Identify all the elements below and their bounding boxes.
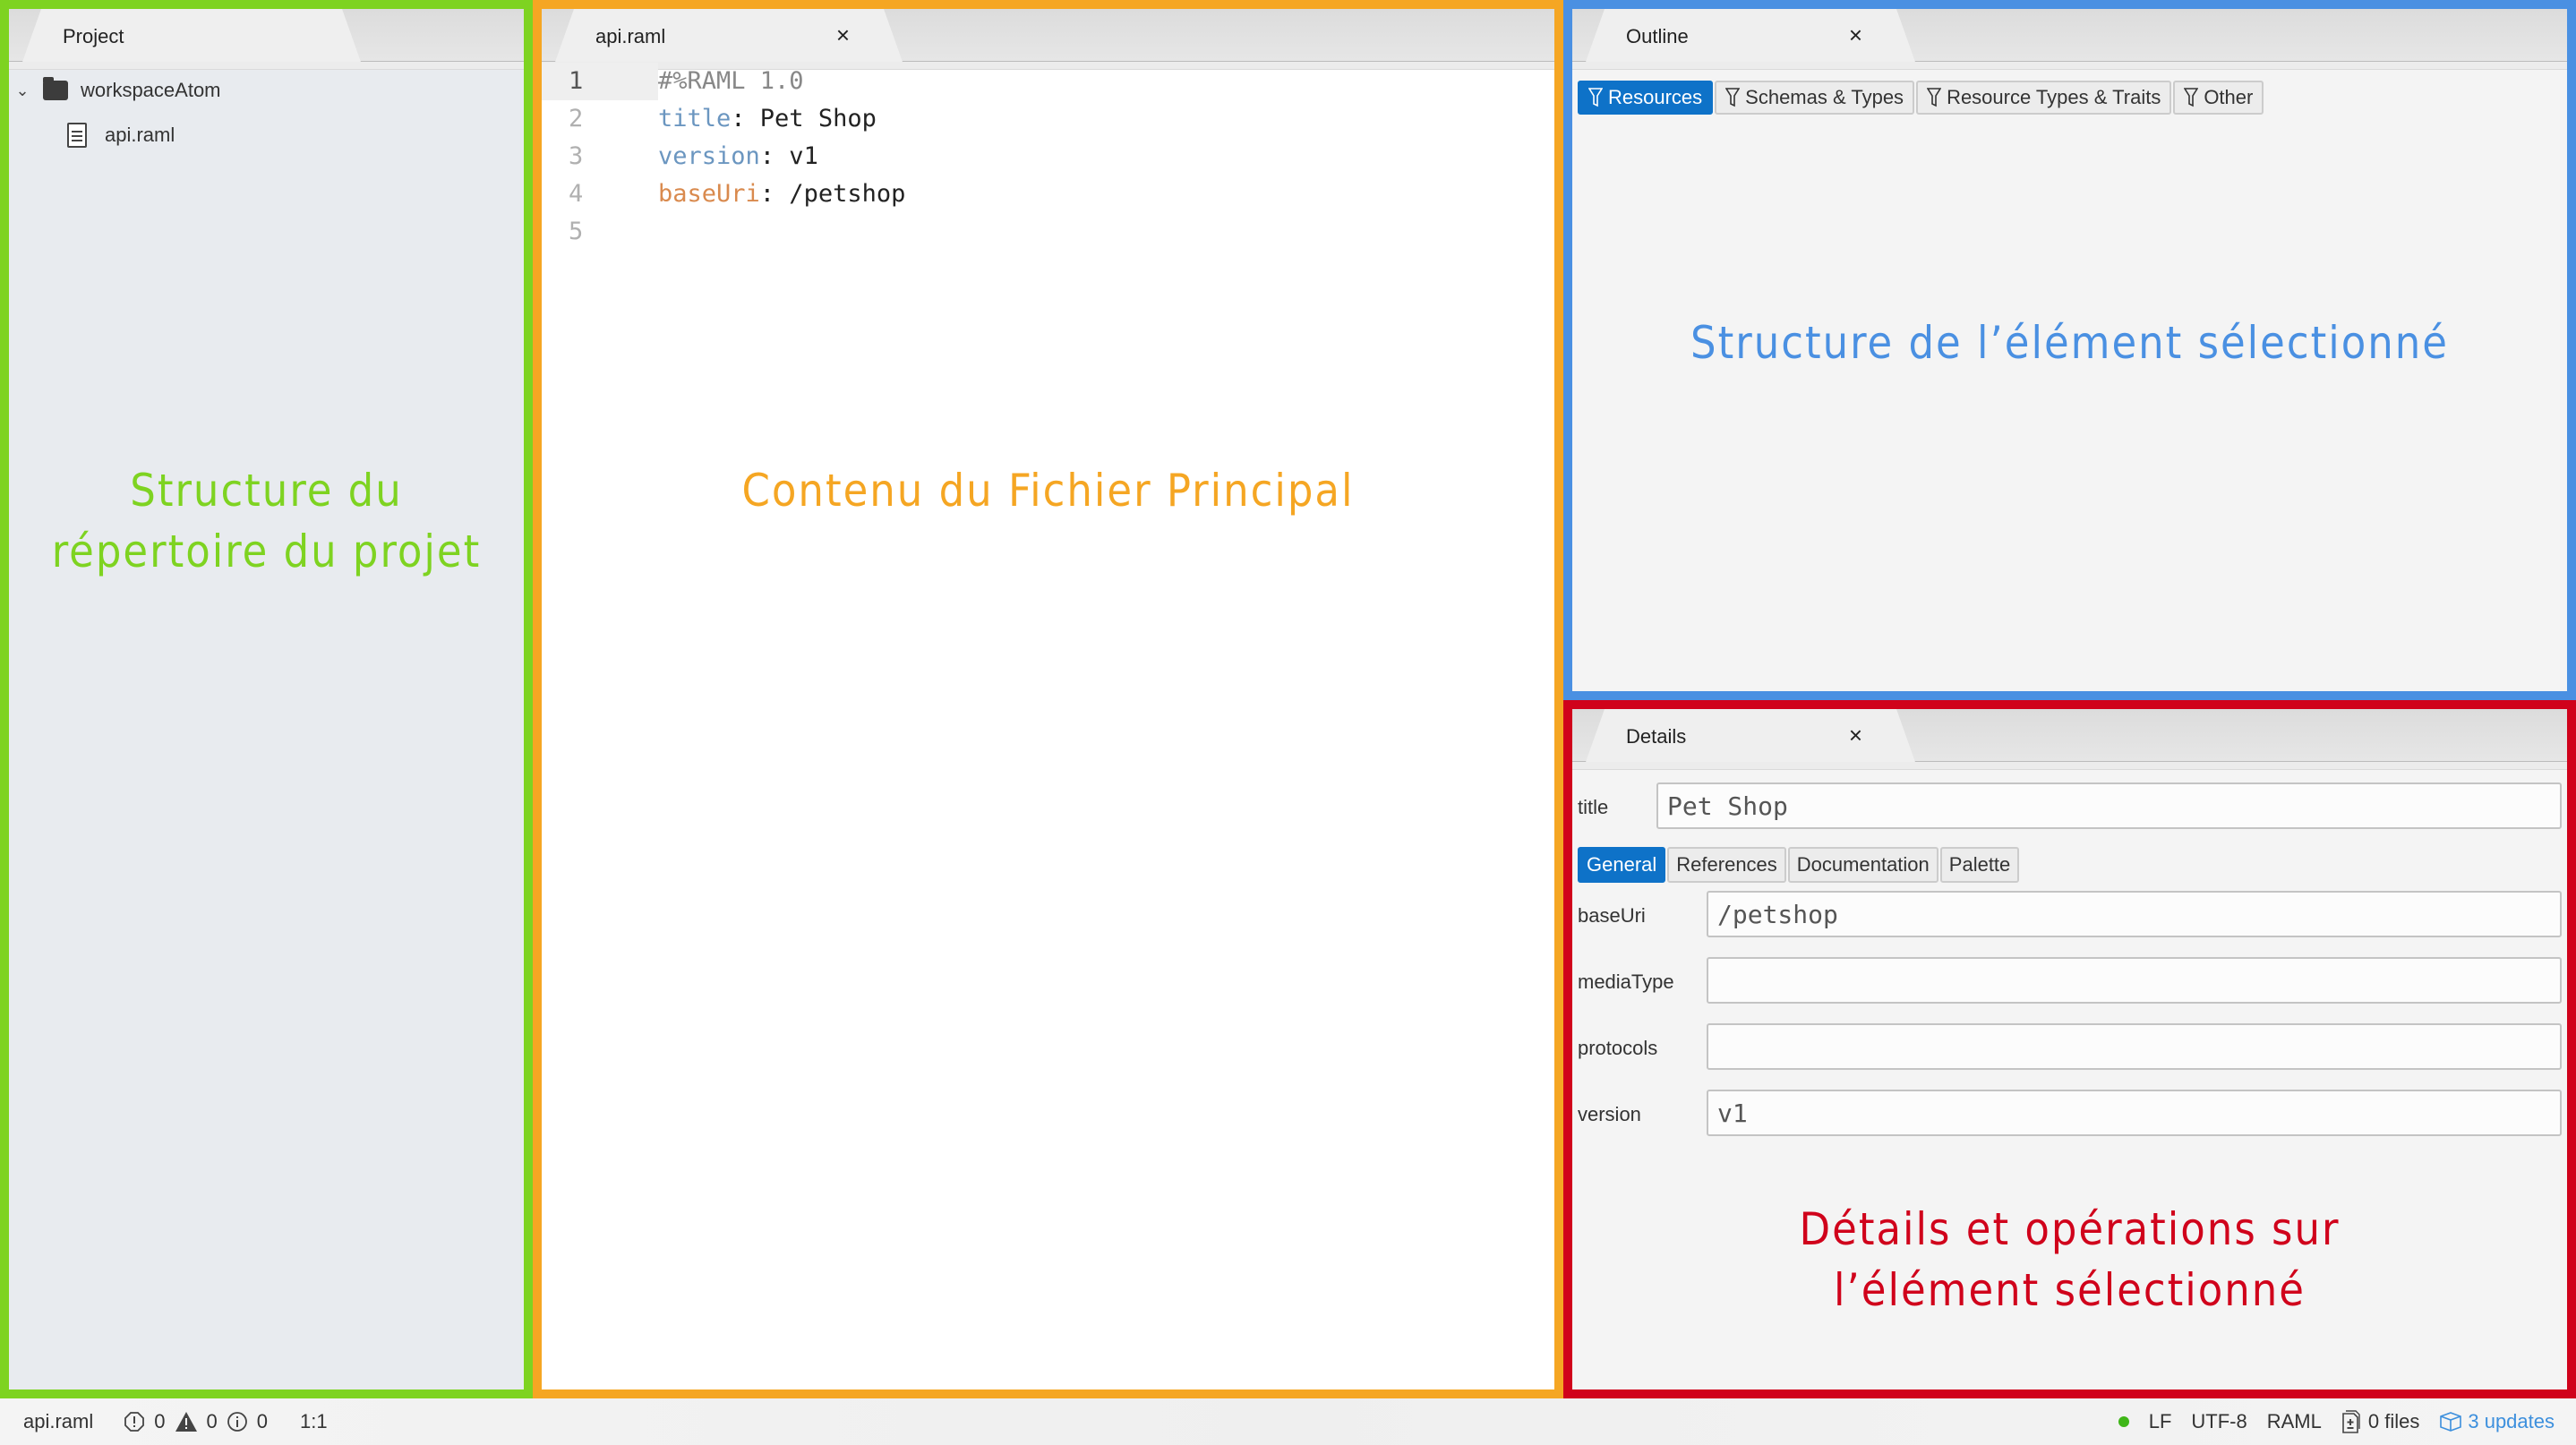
info-icon[interactable] (227, 1411, 248, 1432)
project-tabbar: Project (9, 9, 524, 70)
subtab-general[interactable]: General (1578, 847, 1666, 883)
code-text: version: v1 (658, 138, 818, 175)
project-panel: Project ⌄ workspaceAtom api.raml (0, 0, 533, 1398)
code-line[interactable]: 5 (542, 213, 1554, 251)
git-files[interactable]: 0 files (2341, 1409, 2419, 1434)
tree-item-file[interactable]: api.raml (9, 113, 524, 158)
filter-label: Other (2204, 86, 2254, 108)
code-line[interactable]: 1 #%RAML 1.0 (542, 63, 1554, 100)
tree-item-label: workspaceAtom (81, 79, 221, 101)
filter-label: Resources (1608, 86, 1703, 108)
encoding[interactable]: UTF-8 (2191, 1410, 2247, 1433)
package-icon (2440, 1412, 2462, 1432)
subtab-palette[interactable]: Palette (1939, 847, 2020, 883)
code-token: : v1 (759, 142, 818, 170)
code-line[interactable]: 2 title: Pet Shop (542, 100, 1554, 138)
annotation-selected-element-structure: Structure de l’élément sélectionné (1690, 317, 2449, 369)
error-count: 0 (154, 1410, 166, 1432)
annotation-selected-element-details: Détails et opérations sur l’élément séle… (1799, 1203, 2341, 1316)
tab-outline[interactable]: Outline × (1585, 9, 1916, 64)
line-number: 1 (542, 63, 658, 100)
baseuri-input[interactable]: /petshop (1707, 891, 2562, 937)
code-editor[interactable]: 1 #%RAML 1.0 2 title: Pet Shop 3 version: v1 4… (542, 63, 1554, 251)
warning-icon[interactable] (175, 1411, 198, 1432)
tab-details-label: Details (1626, 725, 1687, 748)
subtab-references[interactable]: References (1667, 847, 1786, 883)
info-count: 0 (256, 1410, 268, 1432)
filter-label: Resource Types & Traits (1947, 86, 2161, 108)
protocols-label: protocols (1578, 1037, 1658, 1059)
updates-link[interactable]: 3 updates (2439, 1410, 2555, 1433)
git-files-label: 0 files (2367, 1410, 2420, 1432)
annotation-project-structure: Structure du répertoire du projet (51, 465, 482, 577)
filter-other-button[interactable]: Other (2173, 81, 2264, 115)
title-input[interactable]: Pet Shop (1656, 782, 2562, 829)
tab-project-label: Project (63, 25, 124, 47)
tree-item-root-folder[interactable]: ⌄ workspaceAtom (9, 68, 524, 113)
code-token: #%RAML 1.0 (658, 67, 804, 95)
code-token: title (658, 105, 732, 133)
file-icon (67, 123, 87, 148)
annotation-main-file-content: Contenu du Fichier Principal (741, 465, 1355, 517)
status-current-file[interactable]: api.raml (23, 1410, 93, 1433)
diff-file-icon (2342, 1410, 2360, 1433)
cursor-position[interactable]: 1:1 (300, 1410, 328, 1433)
filter-icon (1725, 88, 1741, 107)
filter-icon (1927, 88, 1942, 107)
line-number: 4 (569, 180, 584, 208)
filter-resources-button[interactable]: Resources (1578, 81, 1714, 115)
chevron-down-icon[interactable]: ⌄ (9, 81, 36, 100)
code-token: : Pet Shop (731, 105, 877, 133)
line-number: 5 (569, 218, 584, 245)
folder-icon (43, 77, 68, 100)
outline-tabbar: Outline × (1572, 9, 2567, 70)
close-icon[interactable]: × (836, 21, 850, 48)
mediatype-label: mediaType (1578, 970, 1674, 993)
code-line[interactable]: 3 version: v1 (542, 138, 1554, 175)
filter-schemas-types-button[interactable]: Schemas & Types (1715, 81, 1915, 115)
tab-api-raml-label: api.raml (595, 25, 666, 47)
mediatype-input[interactable] (1707, 957, 2562, 1004)
editor-tabbar: api.raml × (542, 9, 1554, 70)
version-label: version (1578, 1103, 1641, 1125)
code-text: title: Pet Shop (658, 100, 877, 138)
details-tabbar: Details × (1572, 709, 2567, 770)
code-line[interactable]: 4 baseUri: /petshop (542, 175, 1554, 213)
close-icon[interactable]: × (1849, 722, 1862, 748)
baseuri-label: baseUri (1578, 904, 1646, 927)
details-subtabs: General References Documentation Palette (1578, 847, 2020, 883)
code-text: baseUri: /petshop (658, 175, 905, 213)
tab-outline-label: Outline (1626, 25, 1689, 47)
project-tree: ⌄ workspaceAtom api.raml (9, 68, 524, 158)
tab-details[interactable]: Details × (1585, 709, 1916, 765)
tab-project[interactable]: Project (21, 9, 362, 64)
grammar[interactable]: RAML (2267, 1410, 2322, 1433)
status-bar: api.raml 0 0 0 1:1 LF UTF-8 RAML 0 files… (0, 1398, 2576, 1445)
tree-item-label: api.raml (105, 124, 175, 146)
version-input[interactable]: v1 (1707, 1090, 2562, 1136)
editor-panel: api.raml × 1 #%RAML 1.0 2 title: Pet Shop 3 v… (533, 0, 1563, 1398)
line-ending[interactable]: LF (2149, 1410, 2172, 1433)
warning-count: 0 (206, 1410, 218, 1432)
close-icon[interactable]: × (1849, 21, 1862, 48)
code-token: baseUri (658, 180, 760, 208)
updates-label: 3 updates (2468, 1410, 2555, 1432)
filter-resource-types-traits-button[interactable]: Resource Types & Traits (1916, 81, 2172, 115)
protocols-input[interactable] (1707, 1023, 2562, 1070)
title-label: title (1578, 796, 1609, 818)
git-status-dot-icon (2118, 1416, 2129, 1427)
code-token: : /petshop (759, 180, 906, 208)
outline-filters: Resources Schemas & Types Resource Types… (1578, 81, 2264, 115)
tab-api-raml[interactable]: api.raml × (554, 9, 903, 64)
line-number: 3 (569, 142, 584, 170)
error-icon[interactable] (124, 1411, 145, 1432)
code-token: version (658, 142, 760, 170)
filter-icon (1588, 88, 1603, 107)
code-text: #%RAML 1.0 (658, 63, 804, 100)
filter-icon (2184, 88, 2199, 107)
line-number: 2 (569, 105, 584, 133)
filter-label: Schemas & Types (1745, 86, 1904, 108)
subtab-documentation[interactable]: Documentation (1787, 847, 1938, 883)
